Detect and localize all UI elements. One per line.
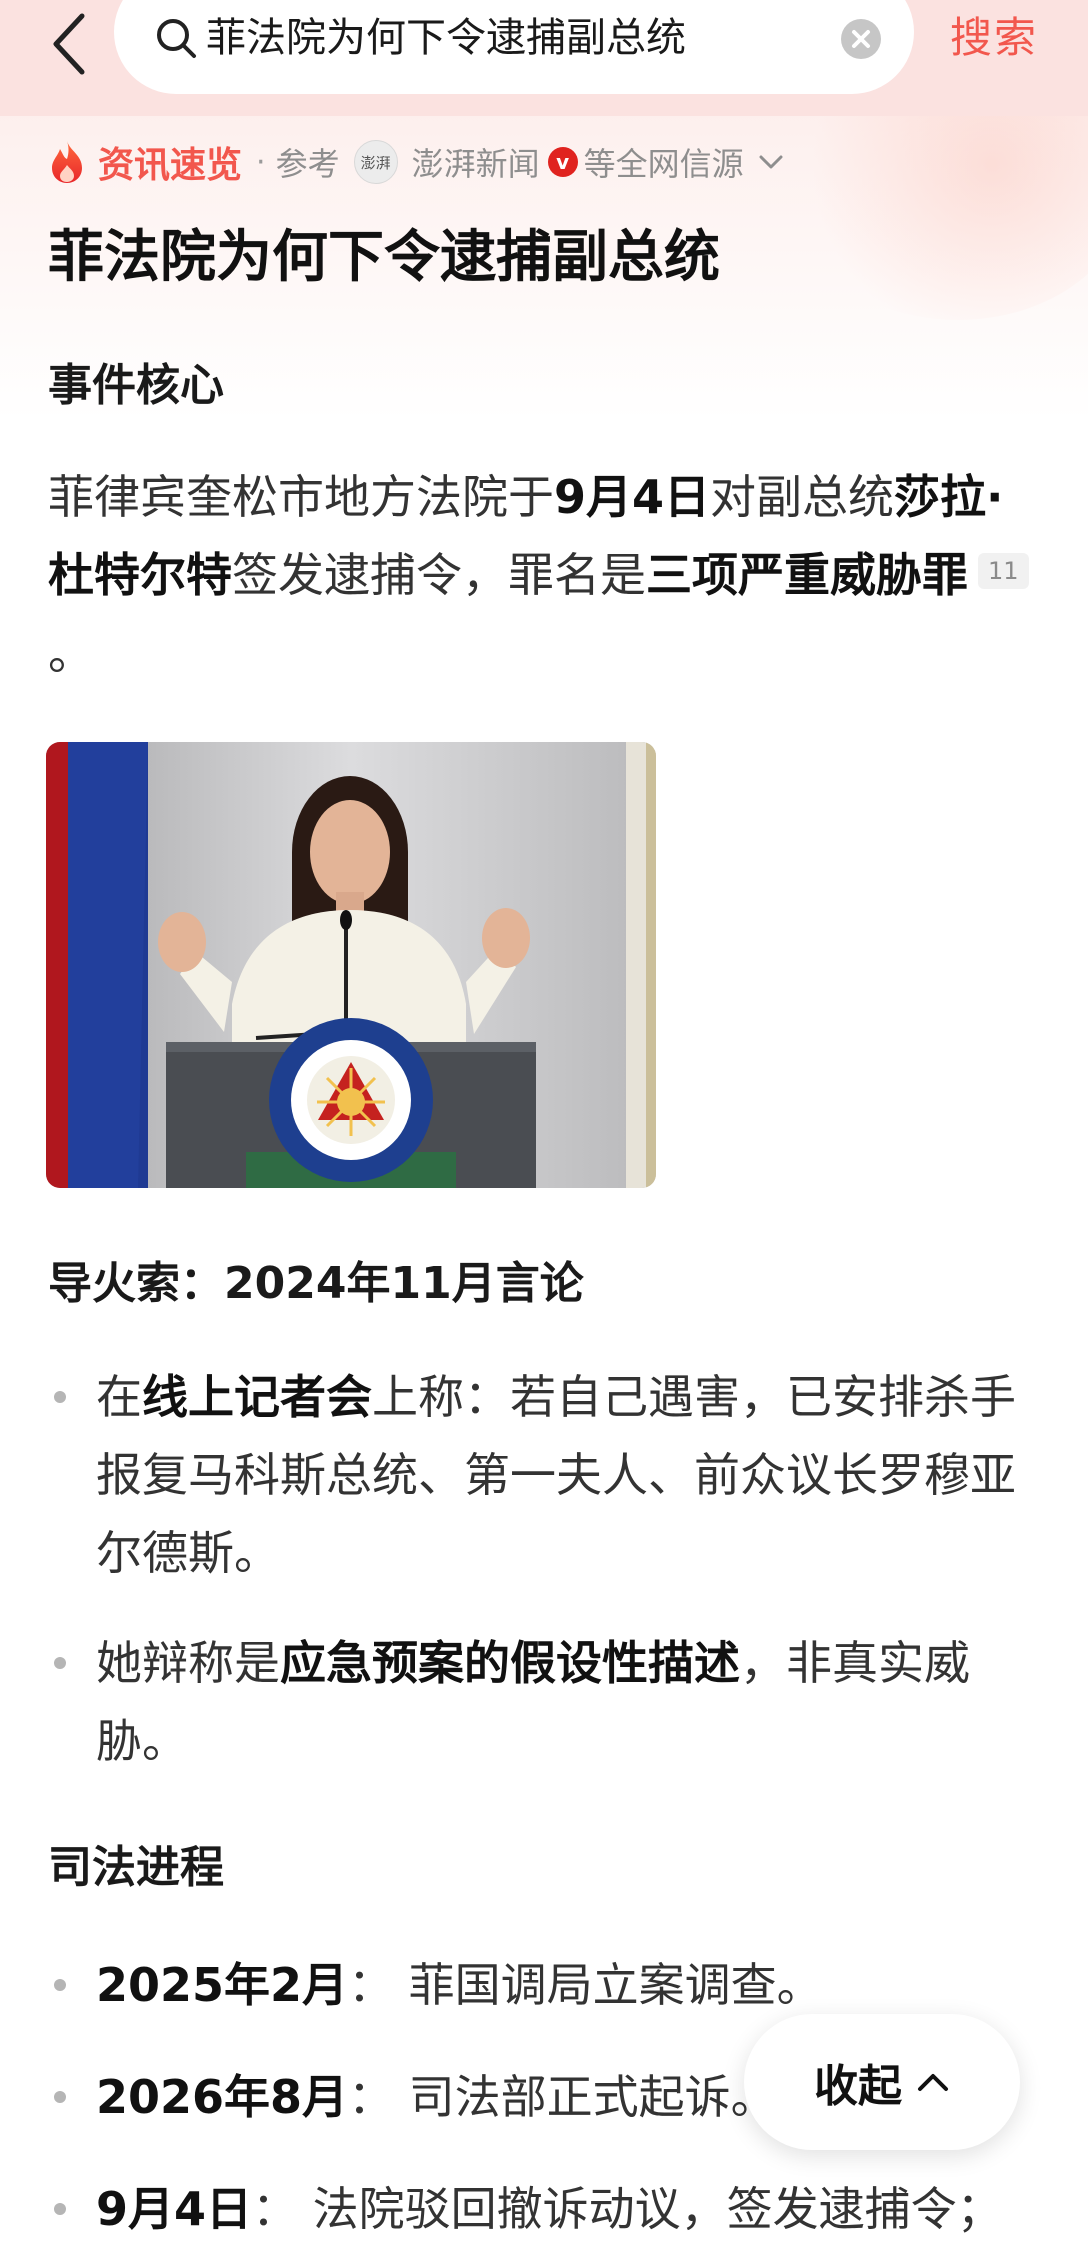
source-avatar: 澎湃 xyxy=(353,140,398,184)
article-title: 菲法院为何下令逮捕副总统 xyxy=(48,225,720,290)
source-suffix: 等全网信源 xyxy=(583,145,744,183)
list-item-bold: 2025年2月 xyxy=(96,1958,349,2012)
section-heading-fuse: 导火索：2024年11月言论 xyxy=(48,1258,584,1309)
top-search-bar: 菲法院为何下令逮捕副总统 搜索 xyxy=(0,0,1088,116)
list-item-bold: 应急预案的假设性描述 xyxy=(280,1636,740,1690)
core-text: 签发逮捕令，罪名是 xyxy=(232,548,646,602)
bullet-dot xyxy=(54,1657,66,1669)
list-item-bold: 9月4日 xyxy=(96,2182,253,2236)
bullet-dot xyxy=(54,1391,66,1403)
core-text: 菲律宾奎松市地方法院于 xyxy=(48,470,554,524)
chevron-left-icon xyxy=(53,13,85,75)
chevron-up-icon xyxy=(918,2074,948,2091)
back-button[interactable] xyxy=(44,8,104,78)
search-button[interactable]: 搜索 xyxy=(950,8,1038,68)
bullet-dot xyxy=(54,2091,66,2103)
fuse-list: 在线上记者会上称：若自己遇害，已安排杀手报复马科斯总统、第一夫人、前众议长罗穆亚… xyxy=(48,1358,1048,1780)
collapse-label: 收起 xyxy=(814,2061,902,2112)
search-query-text: 菲法院为何下令逮捕副总统 xyxy=(206,15,686,61)
fire-icon xyxy=(52,141,82,183)
bullet-dot xyxy=(54,1979,66,1991)
source-name: 澎湃新闻 xyxy=(411,145,540,183)
list-item-text: ： 司法部正式起诉。 xyxy=(348,2070,777,2124)
core-date: 9月4日 xyxy=(554,470,711,524)
list-item-text: 在 xyxy=(96,1370,142,1424)
core-paragraph: 菲律宾奎松市地方法院于9月4日对副总统莎拉·杜特尔特签发逮捕令，罪名是三项严重威… xyxy=(48,458,1048,692)
section-heading-core: 事件核心 xyxy=(48,360,224,411)
list-item-bold: 2026年8月 xyxy=(96,2070,349,2124)
list-item: 9月4日： 法院驳回撤诉动议，签发逮捕令； xyxy=(48,2170,1048,2248)
news-photo-image xyxy=(46,742,656,1188)
source-ref-label: 参考 xyxy=(275,145,340,183)
clear-icon[interactable] xyxy=(840,18,882,60)
search-input[interactable]: 菲法院为何下令逮捕副总统 xyxy=(114,0,914,94)
list-item: 在线上记者会上称：若自己遇害，已安排杀手报复马科斯总统、第一夫人、前众议长罗穆亚… xyxy=(48,1358,1048,1592)
chevron-down-icon xyxy=(759,155,783,169)
core-text: 。 xyxy=(48,626,94,680)
section-heading-judicial: 司法进程 xyxy=(48,1842,224,1893)
list-item-text: 她辩称是 xyxy=(96,1636,280,1690)
list-item-text: ： 法院驳回撤诉动议，签发逮捕令； xyxy=(252,2182,1003,2236)
list-item-text: ： 菲国调局立案调查。 xyxy=(348,1958,823,2012)
news-photo[interactable] xyxy=(46,742,656,1188)
source-row[interactable]: 资讯速览 · 参考 澎湃 澎湃新闻 v 等全网信源 xyxy=(48,136,784,188)
source-brand: 资讯速览 xyxy=(98,145,243,186)
collapse-button[interactable]: 收起 xyxy=(744,2014,1020,2150)
verified-badge: v xyxy=(547,147,578,177)
citation-badge[interactable]: 11 xyxy=(978,553,1029,589)
list-item: 2025年2月： 菲国调局立案调查。 xyxy=(48,1946,1048,2024)
core-text: 对副总统 xyxy=(710,470,895,524)
list-item-bold: 线上记者会 xyxy=(142,1370,372,1424)
list-item: 她辩称是应急预案的假设性描述，非真实威胁。 xyxy=(48,1624,1048,1780)
search-icon xyxy=(157,19,196,58)
bullet-dot xyxy=(54,2203,66,2215)
core-charge: 三项严重威胁罪 xyxy=(646,548,968,602)
source-separator: · xyxy=(256,144,266,180)
